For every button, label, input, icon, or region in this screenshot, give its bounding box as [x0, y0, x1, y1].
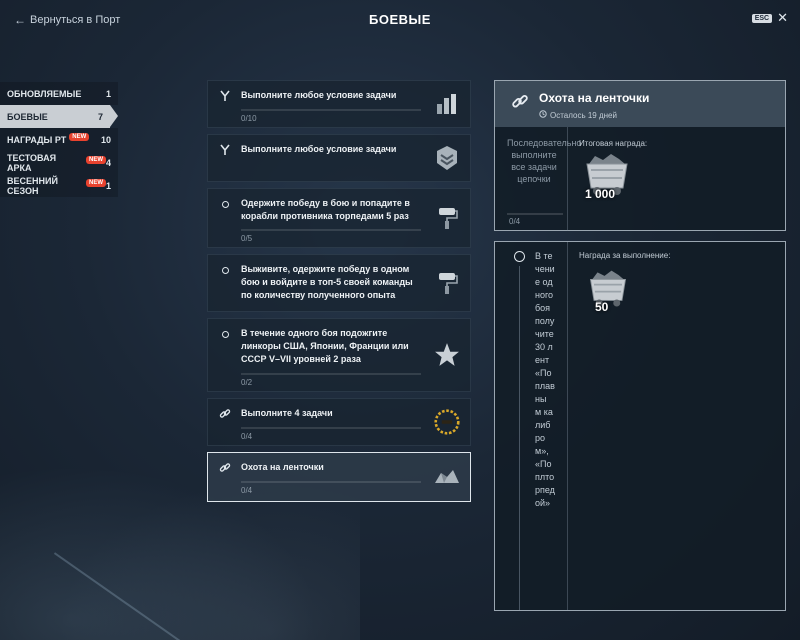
sidebar-item-updatable[interactable]: ОБНОВЛЯЕМЫЕ 1: [0, 82, 118, 105]
task-card[interactable]: Выполните любое условие задачи: [207, 134, 471, 182]
circle-icon: [222, 201, 229, 208]
chain-detail-panel: Охота на ленточки Осталось 19 дней После…: [494, 80, 786, 231]
task-text: Выполните любое условие задачи: [241, 90, 397, 100]
task-progress-bar: [241, 481, 421, 483]
completion-reward[interactable]: 50: [587, 266, 635, 316]
link-icon: [219, 462, 231, 474]
sidebar-item-label: БОЕВЫЕ: [7, 111, 48, 122]
link-icon: [511, 93, 529, 116]
paint-roller-reward-icon: [434, 270, 460, 296]
completion-reward-value: 50: [595, 300, 609, 314]
task-text: Выполните любое условие задачи: [241, 144, 397, 154]
task-progress-bar: [241, 229, 421, 231]
time-left-text: Осталось 19 дней: [550, 110, 617, 120]
task-card[interactable]: Выполните любое условие задачи 0/10: [207, 80, 471, 128]
circle-icon: [222, 331, 229, 338]
bars-reward-icon: [434, 91, 460, 117]
task-progress-bar: [241, 109, 421, 111]
task-card[interactable]: Выполните 4 задачи 0/4: [207, 398, 471, 446]
sidebar-item-spring-season[interactable]: ВЕСЕННИЙ СЕЗОН NEW 1: [0, 174, 118, 197]
time-left: Осталось 19 дней: [539, 110, 617, 120]
new-badge: NEW: [69, 132, 90, 141]
task-list: Выполните любое условие задачи 0/10 Выпо…: [207, 80, 471, 508]
task-text: Охота на ленточки: [241, 462, 324, 472]
task-text: Одержите победу в бою и попадите в кораб…: [241, 198, 410, 221]
task-progress-text: 0/4: [241, 486, 253, 495]
task-progress-text: 0/5: [241, 234, 253, 243]
task-card[interactable]: Выживите, одержите победу в одном бою и …: [207, 254, 471, 312]
branch-icon: [219, 144, 231, 156]
final-reward-label: Итоговая награда:: [579, 139, 648, 148]
sidebar-item-test-arc[interactable]: ТЕСТОВАЯ АРКА NEW 4: [0, 151, 118, 174]
task-card-selected[interactable]: Охота на ленточки 0/4: [207, 452, 471, 502]
chain-description: Последовательно выполните все задачи цеп…: [507, 138, 582, 184]
sidebar-item-rt-rewards[interactable]: НАГРАДЫ РТ NEW 10: [0, 128, 118, 151]
new-badge: NEW: [85, 178, 106, 187]
star-reward-icon: [434, 342, 460, 368]
coal-reward-icon: [434, 464, 460, 490]
chain-progress-bar: [507, 213, 563, 215]
task-text: В течение одного боя подожгите линкоры С…: [241, 328, 409, 364]
task-progress-bar: [241, 373, 421, 375]
task-progress-text: 0/4: [241, 432, 253, 441]
category-sidebar: ОБНОВЛЯЕМЫЕ 1 БОЕВЫЕ 7 НАГРАДЫ РТ NEW 10 …: [0, 82, 118, 197]
task-progress-text: 0/10: [241, 114, 257, 123]
sidebar-item-count: 1: [105, 88, 111, 99]
branch-icon: [219, 90, 231, 102]
final-reward[interactable]: 1 000: [583, 153, 639, 203]
sidebar-item-count: 1: [105, 180, 111, 191]
chevron-rank-reward-icon: [434, 145, 460, 171]
esc-key-hint: ESC: [751, 13, 773, 23]
task-card[interactable]: В течение одного боя подожгите линкоры С…: [207, 318, 471, 392]
close-button[interactable]: ESC ✕: [751, 10, 788, 25]
task-progress-text: 0/2: [241, 378, 253, 387]
chain-title: Охота на ленточки: [539, 91, 650, 105]
sidebar-item-label: ВЕСЕННИЙ СЕЗОН: [7, 175, 58, 196]
divider: [567, 242, 568, 610]
page-title: БОЕВЫЕ: [369, 12, 431, 27]
final-reward-value: 1 000: [585, 187, 616, 201]
circle-icon: [514, 251, 525, 262]
sidebar-item-count: 7: [97, 111, 103, 122]
task-progress-bar: [241, 427, 421, 429]
sidebar-item-label: ТЕСТОВАЯ АРКА: [7, 152, 57, 173]
completion-reward-label: Награда за выполнение:: [579, 251, 671, 260]
laurel-wreath-reward-icon: [434, 409, 460, 435]
task-text: Выполните 4 задачи: [241, 408, 333, 418]
sidebar-item-label: НАГРАДЫ РТ: [7, 134, 67, 145]
clock-icon: [539, 110, 547, 120]
sidebar-item-label: ОБНОВЛЯЕМЫЕ: [7, 88, 82, 99]
timeline-line: [519, 266, 520, 610]
link-icon: [219, 408, 231, 420]
paint-roller-reward-icon: [434, 205, 460, 231]
divider: [567, 127, 568, 231]
sidebar-item-combat[interactable]: БОЕВЫЕ 7: [0, 105, 118, 128]
subtask-detail-panel: В течение одного боя получите 30 лент «П…: [494, 241, 786, 611]
close-icon: ✕: [777, 10, 788, 25]
top-bar: ← Вернуться в Порт БОЕВЫЕ ESC ✕: [0, 0, 800, 40]
new-badge: NEW: [85, 155, 106, 164]
chain-detail-header: Охота на ленточки Осталось 19 дней: [495, 81, 785, 127]
sidebar-item-count: 10: [100, 134, 111, 145]
task-card[interactable]: Одержите победу в бою и попадите в кораб…: [207, 188, 471, 248]
circle-icon: [222, 267, 229, 274]
chain-progress-text: 0/4: [509, 217, 521, 226]
sidebar-item-count: 4: [105, 157, 111, 168]
subtask-description: В течение одного боя получите 30 лент «П…: [535, 251, 555, 508]
task-text: Выживите, одержите победу в одном бою и …: [241, 264, 413, 300]
